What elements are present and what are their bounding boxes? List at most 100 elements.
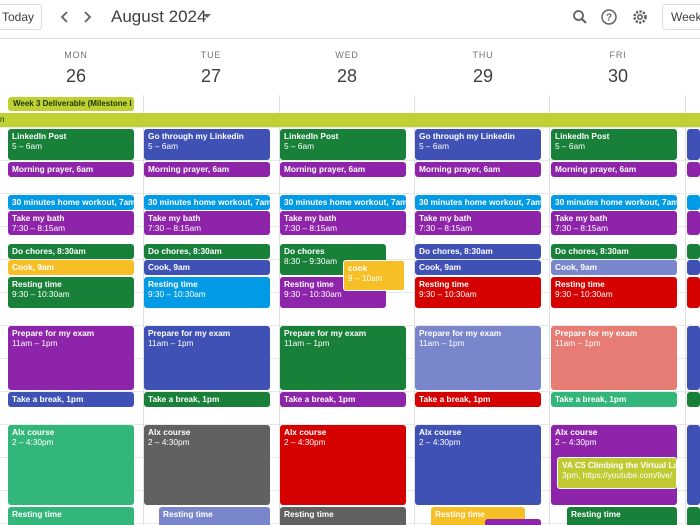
- event-block[interactable]: Alx course 2 – 4:30pm: [415, 425, 541, 505]
- event-block[interactable]: Do chores, 8:30am: [144, 244, 270, 259]
- event-block[interactable]: 30 minutes home workout, 7am: [8, 195, 134, 210]
- event-block[interactable]: [687, 195, 700, 210]
- event-title: Prepare for my exam: [555, 328, 638, 338]
- view-switcher-button[interactable]: Week: [662, 4, 700, 30]
- event-block[interactable]: Take my bath 7:30 – 8:15am: [8, 211, 134, 235]
- event-block[interactable]: cook 9 – 10am: [343, 260, 405, 291]
- event-title: Take a break, 1pm: [148, 394, 220, 404]
- event-block[interactable]: 30 minutes home workout, 7am: [280, 195, 406, 210]
- event-block[interactable]: Cook, 9am: [8, 260, 134, 275]
- event-title: Do chores, 8:30am: [419, 246, 493, 256]
- event-block[interactable]: Morning prayer, 6am: [8, 162, 134, 177]
- event-block[interactable]: [687, 129, 700, 160]
- event-block[interactable]: VA C5 Climbing the Virtual Lad 3pm, http…: [557, 457, 677, 489]
- event-time: 5 – 6am: [148, 141, 178, 151]
- day-number[interactable]: 26: [8, 66, 144, 87]
- event-title: Do chores, 8:30am: [12, 246, 86, 256]
- event-title: Take my bath: [555, 213, 608, 223]
- event-block[interactable]: Prepare for my exam 11am – 1pm: [551, 326, 677, 390]
- month-title[interactable]: August 2024: [111, 7, 206, 27]
- event-block[interactable]: Take a break, 1pm: [8, 392, 134, 407]
- event-block[interactable]: Take a break, 1pm: [551, 392, 677, 407]
- event-block[interactable]: Resting time 9:30 – 10:30am: [8, 277, 134, 308]
- event-block[interactable]: [687, 211, 700, 235]
- event-block[interactable]: Take a break, 1pm: [280, 392, 406, 407]
- all-day-event-milestone[interactable]: Week 3 Deliverable (Milestone I: [8, 97, 134, 111]
- event-block[interactable]: Prepare for my exam 11am – 1pm: [144, 326, 270, 390]
- event-block[interactable]: Resting time 9:30 – 10:30am: [415, 277, 541, 308]
- today-button[interactable]: Today: [0, 4, 42, 30]
- event-block[interactable]: Morning prayer, 6am: [280, 162, 406, 177]
- event-block[interactable]: [687, 392, 700, 407]
- event-block[interactable]: LinkedIn Post 5 – 6am: [8, 129, 134, 160]
- event-block[interactable]: Resting time 9:30 – 10:30am: [144, 277, 270, 308]
- event-title: Alx course: [284, 427, 327, 437]
- event-block[interactable]: Do chores, 8:30am: [551, 244, 677, 259]
- event-block[interactable]: Cook, 9am: [144, 260, 270, 275]
- event-block[interactable]: [687, 326, 700, 390]
- event-time: 9 – 10am: [348, 273, 383, 283]
- chevron-left-icon[interactable]: [56, 8, 74, 26]
- event-block[interactable]: Cook, 9am: [551, 260, 677, 275]
- caret-down-icon[interactable]: [202, 11, 212, 24]
- event-block[interactable]: Cook, 9am: [415, 260, 541, 275]
- event-block[interactable]: LinkedIn Post 5 – 6am: [551, 129, 677, 160]
- event-block[interactable]: [687, 277, 700, 308]
- event-time: 11am – 1pm: [555, 338, 601, 348]
- event-block[interactable]: Take my bath 7:30 – 8:15am: [144, 211, 270, 235]
- hour-line: [0, 193, 700, 194]
- event-block[interactable]: Do chores, 8:30am: [8, 244, 134, 259]
- settings-gear-icon[interactable]: [631, 8, 649, 26]
- event-block[interactable]: Resting time: [159, 507, 270, 525]
- day-number[interactable]: 30: [550, 66, 686, 87]
- event-block[interactable]: Take a break, 1pm: [415, 392, 541, 407]
- event-title: Resting time: [148, 279, 198, 289]
- event-block[interactable]: [485, 519, 541, 525]
- search-icon[interactable]: [571, 8, 589, 26]
- event-block[interactable]: Prepare for my exam 11am – 1pm: [8, 326, 134, 390]
- event-block[interactable]: Go through my Linkedin 5 – 6am: [144, 129, 270, 160]
- event-block[interactable]: Prepare for my exam 11am – 1pm: [415, 326, 541, 390]
- column-divider: [549, 127, 550, 525]
- event-block[interactable]: Do chores, 8:30am: [415, 244, 541, 259]
- event-block[interactable]: Resting time: [567, 507, 677, 525]
- event-block[interactable]: Alx course 2 – 4:30pm: [280, 425, 406, 505]
- event-block[interactable]: Take my bath 7:30 – 8:15am: [415, 211, 541, 235]
- event-title: Resting time: [284, 509, 334, 519]
- event-title: Resting time: [419, 279, 469, 289]
- event-block[interactable]: Alx course 2 – 4:30pm: [144, 425, 270, 505]
- event-title: Cook, 9am: [419, 262, 461, 272]
- day-number[interactable]: 28: [279, 66, 415, 87]
- event-block[interactable]: Morning prayer, 6am: [551, 162, 677, 177]
- event-block[interactable]: [687, 507, 700, 525]
- event-block[interactable]: Morning prayer, 6am: [415, 162, 541, 177]
- event-block[interactable]: Resting time 9:30 – 10:30am: [551, 277, 677, 308]
- event-time: 2 – 4:30pm: [419, 437, 461, 447]
- event-block[interactable]: 30 minutes home workout, 7am: [415, 195, 541, 210]
- event-block[interactable]: Take my bath 7:30 – 8:15am: [551, 211, 677, 235]
- event-block[interactable]: [687, 425, 700, 505]
- event-block[interactable]: Alx course 2 – 4:30pm: [8, 425, 134, 505]
- event-block[interactable]: [687, 260, 700, 275]
- event-block[interactable]: 30 minutes home workout, 7am: [551, 195, 677, 210]
- event-title: Resting time: [571, 509, 621, 519]
- help-icon[interactable]: ?: [600, 8, 618, 26]
- day-number[interactable]: 29: [415, 66, 551, 87]
- event-block[interactable]: 30 minutes home workout, 7am: [144, 195, 270, 210]
- chevron-right-icon[interactable]: [78, 8, 96, 26]
- event-block[interactable]: Take a break, 1pm: [144, 392, 270, 407]
- all-day-spanning-event[interactable]: n: [0, 113, 700, 127]
- event-block[interactable]: Resting time: [280, 507, 406, 525]
- event-block[interactable]: Take my bath 7:30 – 8:15am: [280, 211, 406, 235]
- event-block[interactable]: [687, 244, 700, 259]
- event-block[interactable]: [687, 162, 700, 177]
- event-block[interactable]: LinkedIn Post 5 – 6am: [280, 129, 406, 160]
- event-title: Morning prayer, 6am: [419, 164, 501, 174]
- event-block[interactable]: Morning prayer, 6am: [144, 162, 270, 177]
- day-header-wed: WED 28: [279, 50, 415, 87]
- day-header-thu: THU 29: [415, 50, 551, 87]
- day-number[interactable]: 27: [143, 66, 279, 87]
- event-block[interactable]: Prepare for my exam 11am – 1pm: [280, 326, 406, 390]
- event-block[interactable]: Go through my Linkedin 5 – 6am: [415, 129, 541, 160]
- event-block[interactable]: Resting time: [8, 507, 134, 525]
